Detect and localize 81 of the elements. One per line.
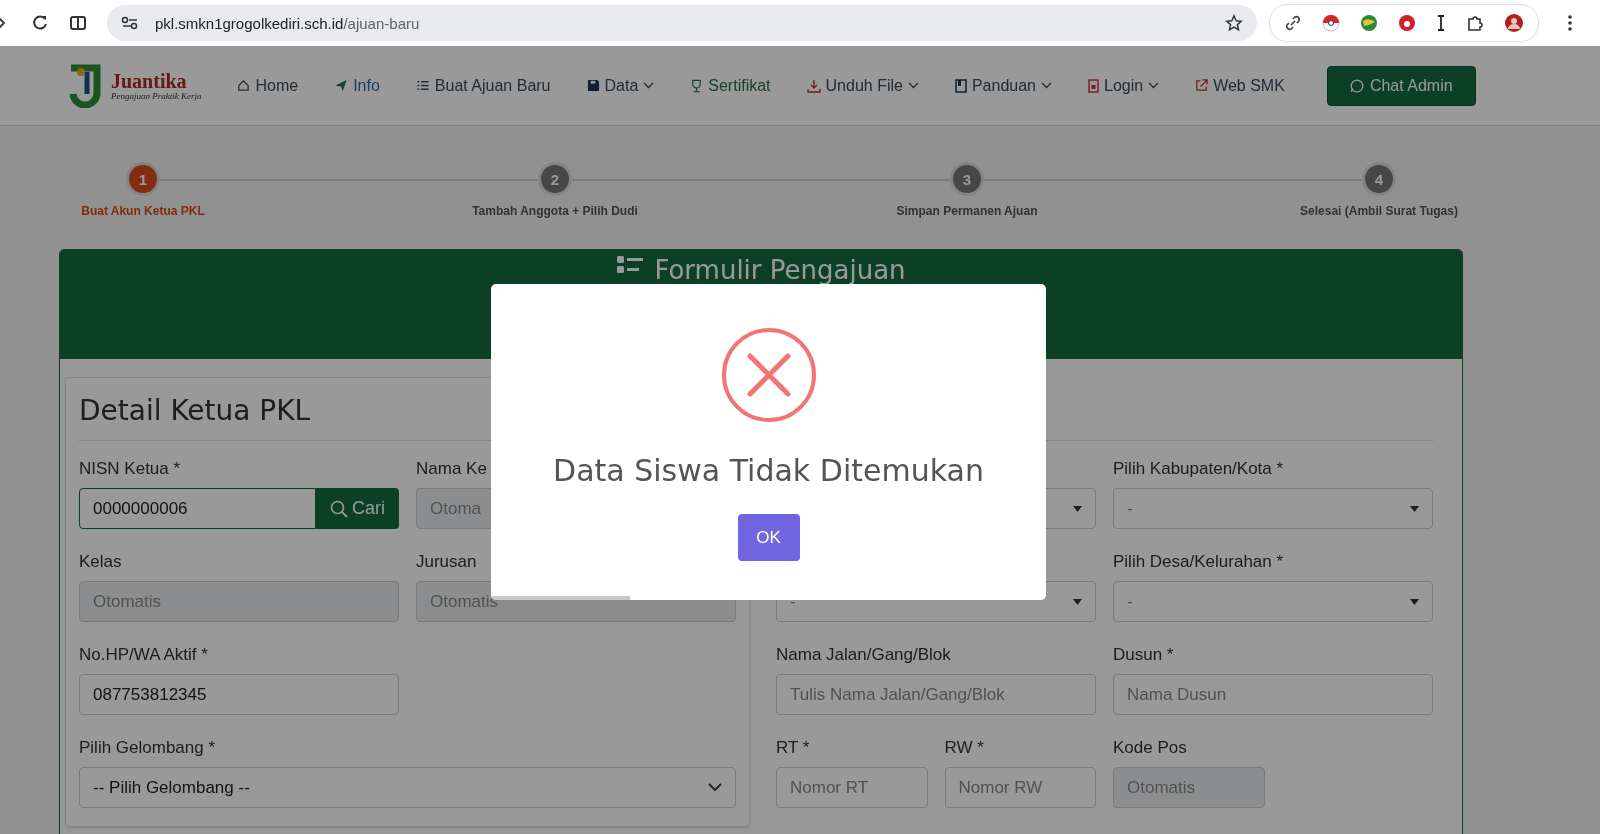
back-icon[interactable] — [0, 15, 6, 31]
chat-admin-button[interactable]: Chat Admin — [1326, 65, 1476, 106]
nav-link[interactable]: Home — [237, 76, 299, 95]
round-badge-icon[interactable] — [1398, 14, 1416, 32]
caret-down-icon — [1073, 505, 1082, 512]
nisn-field[interactable]: 0000000006 — [79, 488, 316, 529]
link-icon[interactable] — [1284, 14, 1302, 32]
dropdown-field[interactable]: - — [1113, 581, 1433, 622]
field-label: Jurusan — [416, 551, 477, 573]
globe-icon[interactable] — [1360, 14, 1378, 32]
search-icon — [330, 499, 348, 518]
field-label: RW * — [944, 737, 984, 759]
nav-link[interactable]: Login — [1088, 76, 1160, 95]
nav-link[interactable]: Unduh File — [806, 76, 919, 95]
field-label: Kode Pos — [1113, 737, 1187, 759]
chevron-down-icon — [907, 82, 919, 89]
trophy-icon — [690, 78, 704, 93]
input-field[interactable]: Nomor RT — [776, 767, 928, 808]
nav-link[interactable]: Data — [586, 76, 655, 95]
field-label: Pilih Gelombang * — [79, 737, 216, 759]
nav-link[interactable]: Web SMK — [1195, 76, 1285, 95]
chevron-down-icon — [1041, 82, 1052, 89]
reload-icon[interactable] — [31, 14, 49, 32]
checklist-icon — [616, 255, 645, 275]
document-icon — [1088, 78, 1099, 93]
form-title: Formulir Pengajuan — [654, 255, 906, 285]
step-circle: 4 — [1362, 162, 1396, 196]
puzzle-icon[interactable] — [1466, 14, 1484, 32]
alert-message: Data Siswa Tidak Ditemukan — [553, 453, 984, 488]
nav-link[interactable]: Panduan — [954, 76, 1052, 95]
site-settings-icon[interactable] — [121, 16, 139, 30]
text-cursor-icon[interactable] — [1436, 14, 1446, 32]
field-label: Dusun * — [1113, 644, 1174, 666]
book-icon — [954, 78, 967, 93]
ball-icon[interactable] — [1322, 14, 1340, 32]
home-icon — [237, 79, 251, 92]
chevron-down-icon — [708, 783, 722, 792]
download-icon — [806, 78, 821, 93]
step-circle: 1 — [126, 162, 160, 196]
error-x-icon — [720, 327, 817, 423]
ok-button[interactable]: OK — [737, 514, 800, 561]
field-label: Nama Ke — [416, 458, 487, 480]
step-circle: 3 — [950, 162, 984, 196]
field-label: NISN Ketua * — [79, 458, 181, 480]
nav-link[interactable]: Sertifikat — [690, 76, 771, 95]
input-field[interactable]: Tulis Nama Jalan/Gang/Blok — [776, 674, 1096, 715]
menu-icon[interactable] — [1567, 14, 1573, 32]
input-field[interactable]: 087753812345 — [79, 674, 399, 715]
search-button[interactable]: Cari — [316, 488, 399, 529]
caret-down-icon — [1410, 598, 1419, 605]
step-label: Buat Akun Ketua PKL — [81, 204, 205, 218]
field-label: Pilih Kabupaten/Kota * — [1113, 458, 1284, 480]
input-field[interactable]: Nomor RW — [944, 767, 1096, 808]
external-link-icon — [1195, 79, 1209, 92]
dropdown-field[interactable]: - — [1113, 488, 1433, 529]
logo-drawing[interactable]: Juantika Pengajuan Praktik Kerja — [67, 63, 202, 108]
caret-down-icon — [1410, 505, 1419, 512]
split-view-icon[interactable] — [69, 14, 87, 32]
caret-down-icon — [1073, 598, 1082, 605]
input-field[interactable]: Nama Dusun — [1113, 674, 1433, 715]
chevron-down-icon — [1148, 82, 1160, 89]
nav-link[interactable]: Buat Ajuan Baru — [415, 76, 551, 95]
field-label: No.HP/WA Aktif * — [79, 644, 208, 666]
step-circle: 2 — [538, 162, 572, 196]
chevron-down-icon — [643, 82, 655, 89]
field-label: RT * — [776, 737, 810, 759]
step-label: Simpan Permanen Ajuan — [896, 204, 1038, 218]
field-label: Kelas — [79, 551, 122, 573]
field-label: Pilih Desa/Kelurahan * — [1113, 551, 1284, 573]
step-label: Tambah Anggota + Pilih Dudi — [472, 204, 638, 218]
select-field[interactable]: -- Pilih Gelombang -- — [79, 767, 736, 808]
url-text: pkl.smkn1grogolkediri.sch.id/ajuan-baru — [155, 14, 421, 32]
field-label: Nama Jalan/Gang/Blok — [776, 644, 951, 666]
paper-plane-icon — [334, 79, 349, 92]
nav-link[interactable]: Info — [334, 76, 380, 95]
list-icon — [415, 79, 430, 92]
step-label: Selesai (Ambil Surat Tugas) — [1300, 204, 1458, 218]
address-bar[interactable]: pkl.smkn1grogolkediri.sch.id/ajuan-baru — [107, 5, 1257, 41]
chat-bubble-icon — [1349, 78, 1364, 93]
star-icon[interactable] — [1225, 14, 1243, 32]
avatar-icon[interactable] — [1504, 13, 1524, 33]
